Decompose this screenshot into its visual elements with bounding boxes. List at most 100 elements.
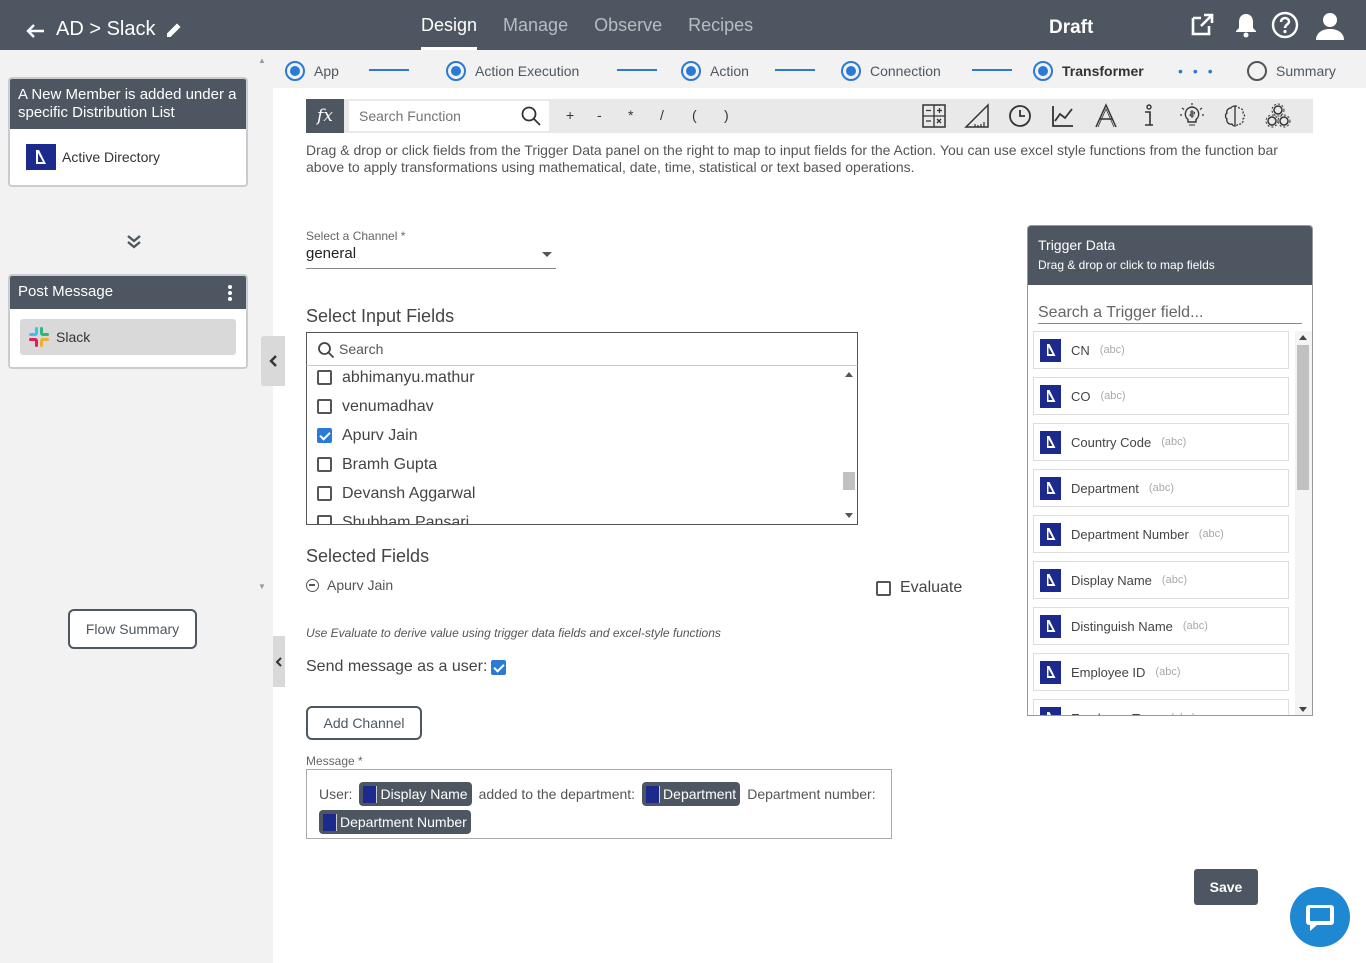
idea-dollar-icon[interactable] xyxy=(1178,102,1206,130)
help-icon[interactable] xyxy=(1271,11,1299,39)
trigger-field-item[interactable]: Employee ID (abc) xyxy=(1033,653,1289,691)
scroll-up-arrow[interactable] xyxy=(845,372,853,377)
gears-icon[interactable] xyxy=(1264,102,1292,130)
tab-observe[interactable]: Observe xyxy=(581,0,675,50)
fx-button[interactable]: fx xyxy=(306,99,344,133)
input-fields-list: abhimanyu.mathur venumadhav Apurv Jain B… xyxy=(306,366,858,525)
tab-recipes[interactable]: Recipes xyxy=(675,0,766,50)
scroll-down-arrow[interactable] xyxy=(845,513,853,518)
kebab-menu-icon[interactable] xyxy=(228,285,232,301)
trigger-app-chip[interactable]: Active Directory xyxy=(20,139,236,175)
trigger-field-item[interactable]: Employee Type (abc) xyxy=(1033,699,1289,715)
checkbox[interactable] xyxy=(317,457,332,472)
list-scrollbar[interactable] xyxy=(841,366,857,524)
channel-select[interactable]: general xyxy=(306,245,556,269)
plus-operator[interactable]: + xyxy=(566,107,574,123)
list-item[interactable]: Apurv Jain xyxy=(317,421,418,450)
step-action-execution[interactable]: Action Execution xyxy=(446,61,579,81)
external-link-icon[interactable] xyxy=(1188,11,1216,39)
sidebar-scroll-down[interactable]: ▼ xyxy=(258,582,266,591)
bell-icon[interactable] xyxy=(1232,11,1260,39)
trigger-field-item[interactable]: Department (abc) xyxy=(1033,469,1289,507)
send-as-user-checkbox[interactable] xyxy=(491,659,507,675)
trigger-field-item[interactable]: CO (abc) xyxy=(1033,377,1289,415)
list-item[interactable]: Bramh Gupta xyxy=(317,450,437,479)
field-name: Department Number xyxy=(1071,526,1189,542)
field-pill-department[interactable]: Department xyxy=(642,782,741,807)
checkbox[interactable] xyxy=(317,399,332,414)
breadcrumb: AD > Slack xyxy=(56,18,156,40)
trigger-field-item[interactable]: Distinguish Name (abc) xyxy=(1033,607,1289,645)
step-summary[interactable]: Summary xyxy=(1247,61,1336,81)
step-action[interactable]: Action xyxy=(681,61,749,81)
trigger-field-item[interactable]: Department Number (abc) xyxy=(1033,515,1289,553)
step-connector xyxy=(972,69,1012,71)
multiply-operator[interactable]: * xyxy=(628,107,633,123)
step-label: Action xyxy=(710,63,749,79)
function-search-input[interactable] xyxy=(349,101,549,131)
clock-icon[interactable] xyxy=(1006,102,1034,130)
chat-support-button[interactable] xyxy=(1290,887,1350,947)
trigger-field-item[interactable]: Display Name (abc) xyxy=(1033,561,1289,599)
back-arrow-icon[interactable] xyxy=(24,20,46,40)
list-item[interactable]: abhimanyu.mathur xyxy=(317,366,475,392)
trigger-list-scrollbar[interactable] xyxy=(1295,331,1312,715)
send-as-user-label: Send message as a user: xyxy=(306,658,488,675)
open-paren-operator[interactable]: ( xyxy=(692,107,697,123)
add-channel-button[interactable]: Add Channel xyxy=(306,706,422,740)
sidebar-scroll-up[interactable]: ▲ xyxy=(258,56,266,65)
trigger-data-panel: Trigger Data Drag & drop or click to map… xyxy=(1027,225,1313,716)
action-app-chip[interactable]: Slack xyxy=(20,319,236,355)
checkbox[interactable] xyxy=(317,515,332,524)
scroll-down-arrow[interactable] xyxy=(1299,707,1307,712)
divide-operator[interactable]: / xyxy=(660,107,664,123)
tab-design[interactable]: Design xyxy=(408,0,490,50)
field-search-input[interactable] xyxy=(339,333,839,365)
step-app[interactable]: App xyxy=(285,61,339,81)
channel-value: general xyxy=(306,245,357,262)
active-directory-icon xyxy=(1040,384,1061,408)
pencil-icon[interactable] xyxy=(164,20,184,40)
user-icon[interactable] xyxy=(1315,11,1345,41)
action-card[interactable]: Post Message Slack xyxy=(8,274,248,369)
list-item[interactable]: Shubham Pansari xyxy=(317,508,469,524)
tab-manage[interactable]: Manage xyxy=(490,0,581,50)
step-radio xyxy=(1247,61,1267,81)
minus-operator[interactable]: - xyxy=(597,107,602,123)
text-format-icon[interactable] xyxy=(1092,102,1120,130)
ruler-triangle-icon[interactable] xyxy=(963,102,991,130)
field-type: (abc) xyxy=(1100,390,1126,402)
checkbox[interactable] xyxy=(317,428,332,443)
scrollbar-thumb[interactable] xyxy=(1297,345,1309,490)
checkbox[interactable] xyxy=(317,486,332,501)
checkbox[interactable] xyxy=(317,370,332,385)
step-transformer[interactable]: Transformer xyxy=(1033,61,1144,81)
expand-handle[interactable] xyxy=(273,636,285,687)
search-icon[interactable] xyxy=(521,106,541,126)
trigger-card[interactable]: A New Member is added under a specific D… xyxy=(8,77,248,187)
collapse-sidebar-button[interactable] xyxy=(261,336,285,386)
evaluate-toggle[interactable]: Evaluate xyxy=(876,579,962,597)
brain-icon[interactable] xyxy=(1221,102,1249,130)
list-item[interactable]: Devansh Aggarwal xyxy=(317,479,475,508)
step-connection[interactable]: Connection xyxy=(841,61,941,81)
trigger-field-search-input[interactable] xyxy=(1038,302,1302,324)
trigger-field-item[interactable]: CN (abc) xyxy=(1033,331,1289,369)
flow-summary-button[interactable]: Flow Summary xyxy=(68,609,197,649)
field-pill-department-number[interactable]: Department Number xyxy=(319,810,471,835)
close-paren-operator[interactable]: ) xyxy=(724,107,729,123)
list-item[interactable]: venumadhav xyxy=(317,392,434,421)
message-editor[interactable]: User: Display Name added to the department… xyxy=(306,769,892,839)
scroll-up-arrow[interactable] xyxy=(1299,335,1307,340)
calculator-icon[interactable] xyxy=(920,102,948,130)
double-chevron-down-icon xyxy=(127,235,141,249)
remove-circle-icon[interactable] xyxy=(306,578,319,592)
trigger-field-item[interactable]: Country Code (abc) xyxy=(1033,423,1289,461)
field-pill-display-name[interactable]: Display Name xyxy=(359,782,472,807)
save-button[interactable]: Save xyxy=(1194,869,1258,905)
line-chart-icon[interactable] xyxy=(1049,102,1077,130)
evaluate-checkbox[interactable] xyxy=(876,580,891,596)
send-as-user: Send message as a user: xyxy=(306,658,507,676)
info-icon[interactable] xyxy=(1135,102,1163,130)
scrollbar-thumb[interactable] xyxy=(843,472,855,490)
